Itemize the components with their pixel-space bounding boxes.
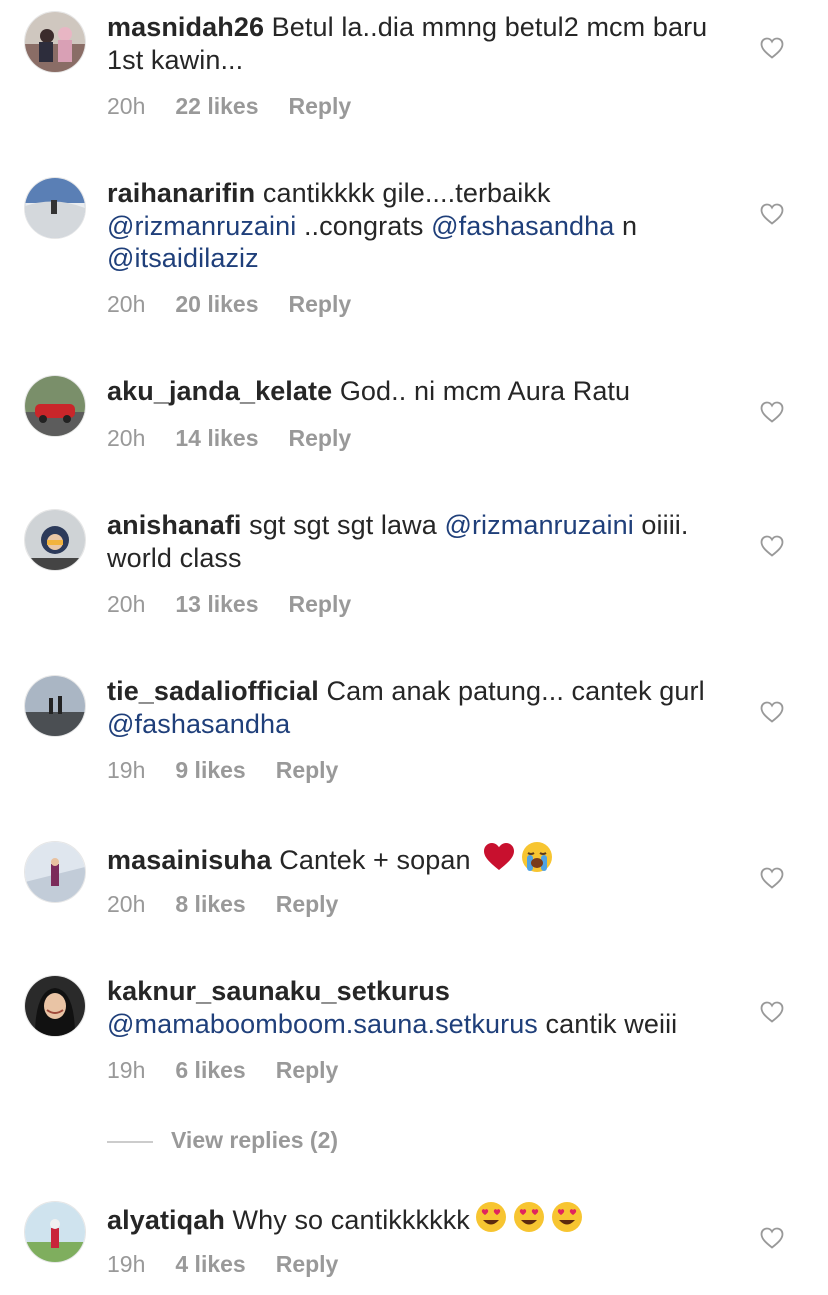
comment-username[interactable]: aku_janda_kelate [107,376,332,406]
reply-button[interactable]: Reply [289,591,352,617]
comment-likes[interactable]: 6 likes [175,1057,245,1083]
comment-meta: 20h 13 likes Reply [107,591,381,618]
comment-body: n [614,210,638,241]
comment-username[interactable]: raihanarifin [107,178,255,208]
comment-likes[interactable]: 22 likes [175,93,258,119]
avatar[interactable] [24,177,86,239]
comment-meta: 20h 8 likes Reply [107,891,368,918]
heart-eyes-face-icon [512,1201,546,1233]
like-heart-icon[interactable] [760,701,784,723]
divider-line [107,1140,153,1143]
comment-username[interactable]: masainisuha [107,845,272,875]
red-heart-icon [482,841,516,873]
reply-button[interactable]: Reply [289,291,352,317]
comment-body: sgt sgt sgt lawa [241,510,445,540]
comment-meta: 19h 9 likes Reply [107,757,368,784]
reply-button[interactable]: Reply [276,757,339,783]
comment-time: 20h [107,891,146,917]
mention-link[interactable]: @mamaboomboom.sauna.setkurus [107,1009,538,1039]
comment-time: 20h [107,291,146,317]
comment-body: cantik weiii [537,1008,678,1039]
comment-text: masainisuha Cantek + sopan [107,841,727,877]
like-heart-icon[interactable] [760,867,784,889]
comment-likes[interactable]: 9 likes [175,757,245,783]
comment-text: masnidah26 Betul la..dia mmng betul2 mcm… [107,11,727,76]
comment-meta: 19h 6 likes Reply [107,1057,368,1084]
reply-button[interactable]: Reply [276,891,339,917]
comment-likes[interactable]: 20 likes [175,291,258,317]
comment-text: anishanafi sgt sgt sgt lawa @rizmanruzai… [107,509,727,574]
comment-text: kaknur_saunaku_setkurus @mamaboomboom.sau… [107,975,727,1040]
avatar[interactable] [24,975,86,1037]
comment-meta: 20h 14 likes Reply [107,425,381,452]
reply-button[interactable]: Reply [276,1057,339,1083]
like-heart-icon[interactable] [760,203,784,225]
like-heart-icon[interactable] [760,535,784,557]
comment-text: tie_sadaliofficial Cam anak patung... ca… [107,675,727,740]
mention-link[interactable]: @rizmanruzaini [107,211,296,241]
reply-button[interactable]: Reply [276,1251,339,1277]
avatar[interactable] [24,675,86,737]
avatar[interactable] [24,1201,86,1263]
mention-link[interactable]: @fashasandha [107,709,290,739]
reply-button[interactable]: Reply [289,425,352,451]
comment-username[interactable]: tie_sadaliofficial [107,676,319,706]
comment-body: Cantek + sopan [271,845,479,875]
comment-body: Cam anak patung... cantek gurl [318,676,705,706]
like-heart-icon[interactable] [760,1001,784,1023]
avatar[interactable] [24,509,86,571]
view-replies-label: View replies (2) [171,1127,339,1153]
comment-body: ..congrats [296,210,432,241]
mention-link[interactable]: @itsaidilaziz [107,243,259,273]
comment-meta: 20h 20 likes Reply [107,291,381,318]
comment-time: 19h [107,1251,146,1277]
like-heart-icon[interactable] [760,37,784,59]
comment-likes[interactable]: 14 likes [175,425,258,451]
comment-text: raihanarifin cantikkkk gile....terbaikk … [107,177,727,275]
comment-time: 19h [107,757,146,783]
comment-meta: 20h 22 likes Reply [107,93,381,120]
avatar[interactable] [24,11,86,73]
mention-link[interactable]: @fashasandha [431,211,614,241]
avatar[interactable] [24,375,86,437]
comment-likes[interactable]: 8 likes [175,891,245,917]
loudly-crying-face-icon [520,841,554,873]
comment-username[interactable]: anishanafi [107,510,242,540]
like-heart-icon[interactable] [760,1227,784,1249]
comment-time: 20h [107,425,146,451]
comment-time: 20h [107,591,146,617]
comment-username[interactable]: masnidah26 [107,12,264,42]
heart-eyes-face-icon [550,1201,584,1233]
comment-text: aku_janda_kelate God.. ni mcm Aura Ratu [107,375,727,408]
reply-button[interactable]: Reply [289,93,352,119]
mention-link[interactable]: @rizmanruzaini [444,510,633,540]
comment-text: alyatiqah Why so cantikkkkkk [107,1201,727,1237]
avatar[interactable] [24,841,86,903]
comment-username[interactable]: kaknur_saunaku_setkurus [107,976,450,1006]
comment-time: 19h [107,1057,146,1083]
comment-likes[interactable]: 13 likes [175,591,258,617]
view-replies-button[interactable]: View replies (2) [107,1127,338,1154]
comment-body: Why so cantikkkkkk [224,1205,470,1235]
comment-likes[interactable]: 4 likes [175,1251,245,1277]
heart-eyes-face-icon [474,1201,508,1233]
comment-body: cantikkkk gile....terbaikk [255,178,551,208]
comment-username[interactable]: alyatiqah [107,1205,225,1235]
comment-meta: 19h 4 likes Reply [107,1251,368,1278]
comment-body: God.. ni mcm Aura Ratu [332,376,631,406]
comment-time: 20h [107,93,146,119]
like-heart-icon[interactable] [760,401,784,423]
